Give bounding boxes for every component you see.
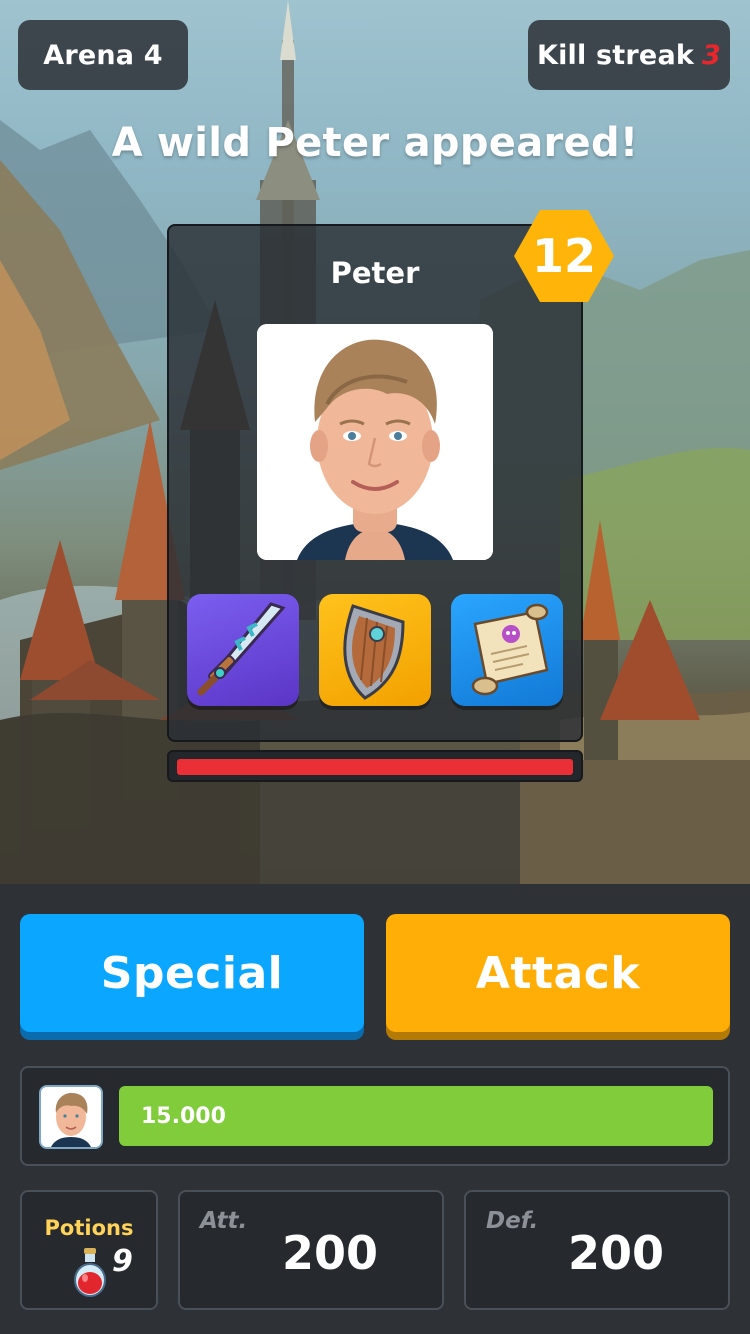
encounter-headline: A wild Peter appeared! [111, 120, 639, 166]
scroll-item[interactable] [451, 594, 563, 706]
attack-stat-value: 200 [281, 1226, 379, 1280]
kill-streak-label: Kill streak [536, 39, 695, 71]
attack-button-label: Attack [475, 947, 641, 999]
player-status-row: 15.000 [20, 1066, 730, 1166]
kill-streak-value: 3 [702, 39, 722, 71]
enemy-health-fill [177, 759, 573, 775]
defense-stat-label: Def. [486, 1208, 539, 1234]
special-button-label: Special [100, 947, 284, 999]
player-health-bar: 15.000 [119, 1086, 713, 1146]
arena-badge: Arena 4 [18, 20, 188, 90]
attack-stat-box: Att. 200 [178, 1190, 444, 1310]
player-avatar[interactable] [39, 1085, 103, 1149]
enemy-portrait [257, 324, 493, 560]
potions-label: Potions [44, 1216, 134, 1240]
enemy-health-bar [167, 750, 583, 782]
action-panel: Special Attack 15.000 Potions 9 Att. 200… [0, 884, 750, 1334]
potion-icon [74, 1248, 106, 1297]
enemy-face-image [257, 324, 493, 560]
player-health-value: 15.000 [141, 1103, 226, 1129]
player-face-image [41, 1087, 101, 1147]
kill-streak-badge: Kill streak 3 [528, 20, 730, 90]
sword-icon [197, 602, 286, 696]
defense-stat-value: 200 [567, 1226, 665, 1280]
scroll-icon [471, 603, 549, 696]
enemy-level-badge: 12 [512, 208, 616, 304]
attack-stat-label: Att. [200, 1208, 248, 1234]
potions-count: 9 [112, 1244, 133, 1279]
special-button[interactable]: Special [20, 914, 364, 1032]
enemy-level: 12 [531, 229, 596, 283]
potions-box[interactable]: Potions 9 [20, 1190, 158, 1310]
arena-label: Arena 4 [43, 39, 163, 71]
sword-item[interactable] [187, 594, 299, 706]
shield-icon [343, 604, 405, 700]
defense-stat-box: Def. 200 [464, 1190, 730, 1310]
shield-item[interactable] [319, 594, 431, 706]
attack-button[interactable]: Attack [386, 914, 730, 1032]
